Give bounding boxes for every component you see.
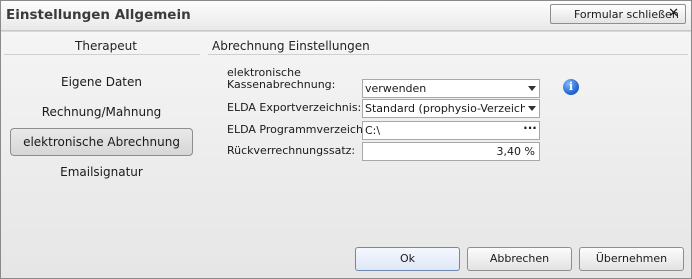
export-directory-label: ELDA Exportverzeichnis:	[227, 101, 362, 114]
cancel-button-label: Abbrechen	[489, 252, 550, 265]
nav-item-emailsignatur[interactable]: Emailsignatur	[10, 158, 193, 186]
ok-button-label: Ok	[399, 252, 416, 265]
chevron-down-icon[interactable]	[528, 106, 536, 111]
title-separator	[1, 31, 691, 32]
left-header-divider	[4, 54, 200, 55]
export-directory-select[interactable]: Standard (prophysio-Verzeichnis	[362, 99, 540, 118]
rueckverrechnungssatz-value: 3,40 %	[496, 145, 535, 158]
apply-button-label: Übernehmen	[595, 252, 668, 265]
close-icon: ✕	[668, 6, 679, 21]
close-form-label: Formular schließen	[574, 8, 679, 21]
nav-item-elektronische-abrechnung[interactable]: elektronische Abrechnung	[10, 128, 193, 156]
window-title: Einstellungen Allgemein	[6, 7, 191, 23]
export-directory-value: Standard (prophysio-Verzeichnis	[365, 102, 525, 115]
kassenabrechnung-value: verwenden	[365, 82, 427, 95]
kassenabrechnung-select[interactable]: verwenden	[362, 79, 540, 98]
right-header-divider	[208, 54, 688, 55]
nav-item-rechnung-mahnung[interactable]: Rechnung/Mahnung	[10, 98, 193, 126]
rueckverrechnungssatz-label: Rückverrechnungssatz:	[227, 144, 356, 157]
apply-button[interactable]: Übernehmen	[579, 247, 684, 271]
kassenabrechnung-label: elektronische Kassenabrechnung:	[227, 67, 335, 91]
info-icon[interactable]: i	[563, 79, 579, 95]
program-directory-label: ELDA Programmverzeichnis:	[227, 123, 383, 136]
program-directory-field[interactable]: C:\ ···	[362, 121, 540, 140]
rueckverrechnungssatz-field[interactable]: 3,40 %	[362, 142, 540, 161]
therapist-section-header: Therapeut	[75, 39, 137, 53]
billing-settings-header: Abrechnung Einstellungen	[212, 39, 370, 53]
ok-button[interactable]: Ok	[355, 247, 460, 271]
browse-icon[interactable]: ···	[521, 122, 539, 139]
chevron-down-icon[interactable]	[528, 86, 536, 91]
close-form-button[interactable]: Formular schließen ✕	[550, 4, 686, 24]
program-directory-value: C:\	[365, 124, 381, 137]
settings-window: Einstellungen Allgemein Formular schließ…	[0, 0, 692, 279]
kassenabrechnung-label-line2: Kassenabrechnung:	[227, 78, 336, 91]
title-bar: Einstellungen Allgemein Formular schließ…	[1, 1, 691, 31]
cancel-button[interactable]: Abbrechen	[467, 247, 572, 271]
nav-item-eigene-daten[interactable]: Eigene Daten	[10, 68, 193, 96]
